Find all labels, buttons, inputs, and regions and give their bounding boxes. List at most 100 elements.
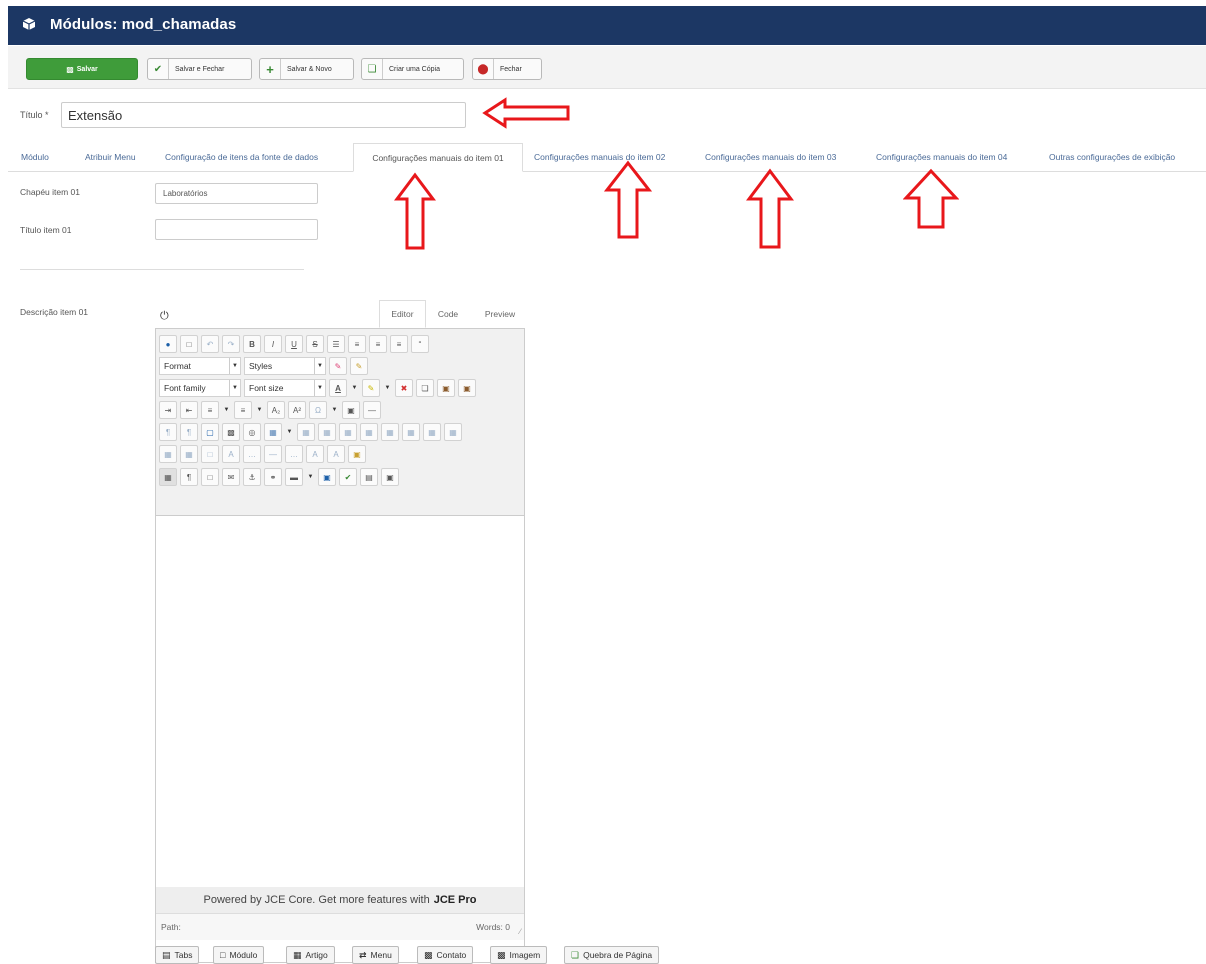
chevron-down-icon[interactable]: ▼ <box>306 468 315 486</box>
insert-menu-button[interactable]: ⇄ Menu <box>352 946 399 964</box>
blockquote-icon[interactable]: “ <box>411 335 429 353</box>
subscript-icon[interactable]: A₂ <box>267 401 285 419</box>
special-char-icon[interactable]: Ω <box>309 401 327 419</box>
fullscreen-icon[interactable]: ▢ <box>201 423 219 441</box>
tab-config-item-03[interactable]: Configurações manuais do item 03 <box>705 143 836 171</box>
insert-page-break-button[interactable]: ❏ Quebra de Página <box>564 946 660 964</box>
paste-icon[interactable]: ▣ <box>437 379 455 397</box>
redo-icon[interactable]: ↷ <box>222 335 240 353</box>
merge-cells-icon[interactable]: □ <box>201 445 219 463</box>
editor-tab-preview[interactable]: Preview <box>476 300 524 328</box>
indent-icon[interactable]: ⇥ <box>159 401 177 419</box>
strikethrough-icon[interactable]: S <box>306 335 324 353</box>
email-icon[interactable]: ✉ <box>222 468 240 486</box>
outdent-icon[interactable]: ⇤ <box>180 401 198 419</box>
power-icon[interactable]: ⏻ <box>160 310 174 324</box>
cut-icon[interactable]: ✖ <box>395 379 413 397</box>
insert-contact-button[interactable]: ▩ Contato <box>417 946 474 964</box>
editor-tab-code[interactable]: Code <box>430 300 466 328</box>
tab-outras-config[interactable]: Outras configurações de exibição <box>1049 143 1175 171</box>
spellcheck-icon[interactable]: ✔ <box>339 468 357 486</box>
chevron-down-icon[interactable]: ▼ <box>330 401 339 419</box>
title-input[interactable] <box>61 102 466 128</box>
attributes-icon[interactable]: A <box>327 445 345 463</box>
numbered-list-icon[interactable]: ≡ <box>201 401 219 419</box>
split-cells-icon[interactable]: ▦ <box>180 445 198 463</box>
row-props-icon[interactable]: ▦ <box>318 423 336 441</box>
col-after-icon[interactable]: ▦ <box>444 423 462 441</box>
align-full-icon[interactable]: ☰ <box>327 335 345 353</box>
eraser-icon[interactable]: ✎ <box>329 357 347 375</box>
print-icon[interactable]: ▩ <box>222 423 240 441</box>
search-icon[interactable]: ◎ <box>243 423 261 441</box>
paste-text-icon[interactable]: ▣ <box>458 379 476 397</box>
new-document-icon[interactable]: □ <box>180 335 198 353</box>
editor-content-area[interactable] <box>156 516 524 886</box>
bullet-list-icon[interactable]: ≡ <box>234 401 252 419</box>
italic-icon[interactable]: I <box>264 335 282 353</box>
horizontal-rule-icon[interactable]: — <box>363 401 381 419</box>
strike-icon[interactable]: A <box>306 445 324 463</box>
preview-icon[interactable]: □ <box>201 468 219 486</box>
rtl-icon[interactable]: ¶ <box>180 423 198 441</box>
save-copy-button[interactable]: ❏ Criar uma Cópia <box>361 58 464 80</box>
resize-grip-icon[interactable]: ∕ <box>520 927 521 936</box>
chapeu-input[interactable] <box>155 183 318 204</box>
save-button[interactable]: ▩ Salvar <box>26 58 138 80</box>
tab-config-item-01[interactable]: Configurações manuais do item 01 <box>353 143 523 172</box>
cell-props-icon[interactable]: ▦ <box>339 423 357 441</box>
cite-icon[interactable]: … <box>243 445 261 463</box>
insert-module-button[interactable]: □ Módulo <box>213 946 265 964</box>
styles-select[interactable]: Styles ▼ <box>244 357 326 375</box>
underline-icon[interactable]: U <box>285 335 303 353</box>
table-icon[interactable]: ▦ <box>264 423 282 441</box>
row-before-icon[interactable]: ▦ <box>360 423 378 441</box>
chevron-down-icon[interactable]: ▼ <box>222 401 231 419</box>
save-new-button[interactable]: + Salvar & Novo <box>259 58 354 80</box>
align-right-icon[interactable]: ≡ <box>390 335 408 353</box>
bold-icon[interactable]: B <box>243 335 261 353</box>
chevron-down-icon[interactable]: ▼ <box>383 379 392 397</box>
delete-row-icon[interactable]: ▦ <box>402 423 420 441</box>
col-before-icon[interactable]: ▦ <box>423 423 441 441</box>
editor-tab-editor[interactable]: Editor <box>379 300 426 328</box>
tab-atribuir-menu[interactable]: Atribuir Menu <box>85 143 136 171</box>
row-after-icon[interactable]: ▦ <box>381 423 399 441</box>
character-map-icon[interactable]: ▣ <box>342 401 360 419</box>
chevron-down-icon[interactable]: ▼ <box>285 423 294 441</box>
format-select[interactable]: Format ▼ <box>159 357 241 375</box>
superscript-icon[interactable]: A² <box>288 401 306 419</box>
del-icon[interactable]: — <box>264 445 282 463</box>
text-color-icon[interactable]: A <box>329 379 347 397</box>
tab-modulo[interactable]: Módulo <box>21 143 49 171</box>
font-family-select[interactable]: Font family ▼ <box>159 379 241 397</box>
anchor-icon[interactable]: ⚓ <box>243 468 261 486</box>
source-icon[interactable]: ▤ <box>360 468 378 486</box>
tab-config-fonte-dados[interactable]: Configuração de itens da fonte de dados <box>165 143 318 171</box>
insert-tabs-button[interactable]: ▤ Tabs <box>155 946 200 964</box>
align-center-icon[interactable]: ≡ <box>348 335 366 353</box>
format-painter-icon[interactable]: ✎ <box>350 357 368 375</box>
insert-image-button[interactable]: ▩ Imagem <box>490 946 548 964</box>
separator-icon[interactable]: ▬ <box>285 468 303 486</box>
abbr-icon[interactable]: A <box>222 445 240 463</box>
media-icon[interactable]: ▣ <box>381 468 399 486</box>
jce-pro-link[interactable]: JCE Pro <box>434 894 477 906</box>
close-button[interactable]: ⬤ Fechar <box>472 58 542 80</box>
save-close-button[interactable]: ✔ Salvar e Fechar <box>147 58 252 80</box>
copy-icon[interactable]: ❏ <box>416 379 434 397</box>
template-icon[interactable]: ▣ <box>348 445 366 463</box>
undo-icon[interactable]: ↶ <box>201 335 219 353</box>
titulo-input[interactable] <box>155 219 318 240</box>
tab-config-item-04[interactable]: Configurações manuais do item 04 <box>876 143 1007 171</box>
image-icon[interactable]: ▣ <box>318 468 336 486</box>
link-icon[interactable]: ⚭ <box>264 468 282 486</box>
show-blocks-icon[interactable]: ¶ <box>180 468 198 486</box>
font-size-select[interactable]: Font size ▼ <box>244 379 326 397</box>
ltr-icon[interactable]: ¶ <box>159 423 177 441</box>
ins-icon[interactable]: … <box>285 445 303 463</box>
delete-col-icon[interactable]: ▦ <box>159 445 177 463</box>
align-left-icon[interactable]: ≡ <box>369 335 387 353</box>
insert-article-button[interactable]: ▦ Artigo <box>286 946 335 964</box>
table-props-icon[interactable]: ▦ <box>297 423 315 441</box>
